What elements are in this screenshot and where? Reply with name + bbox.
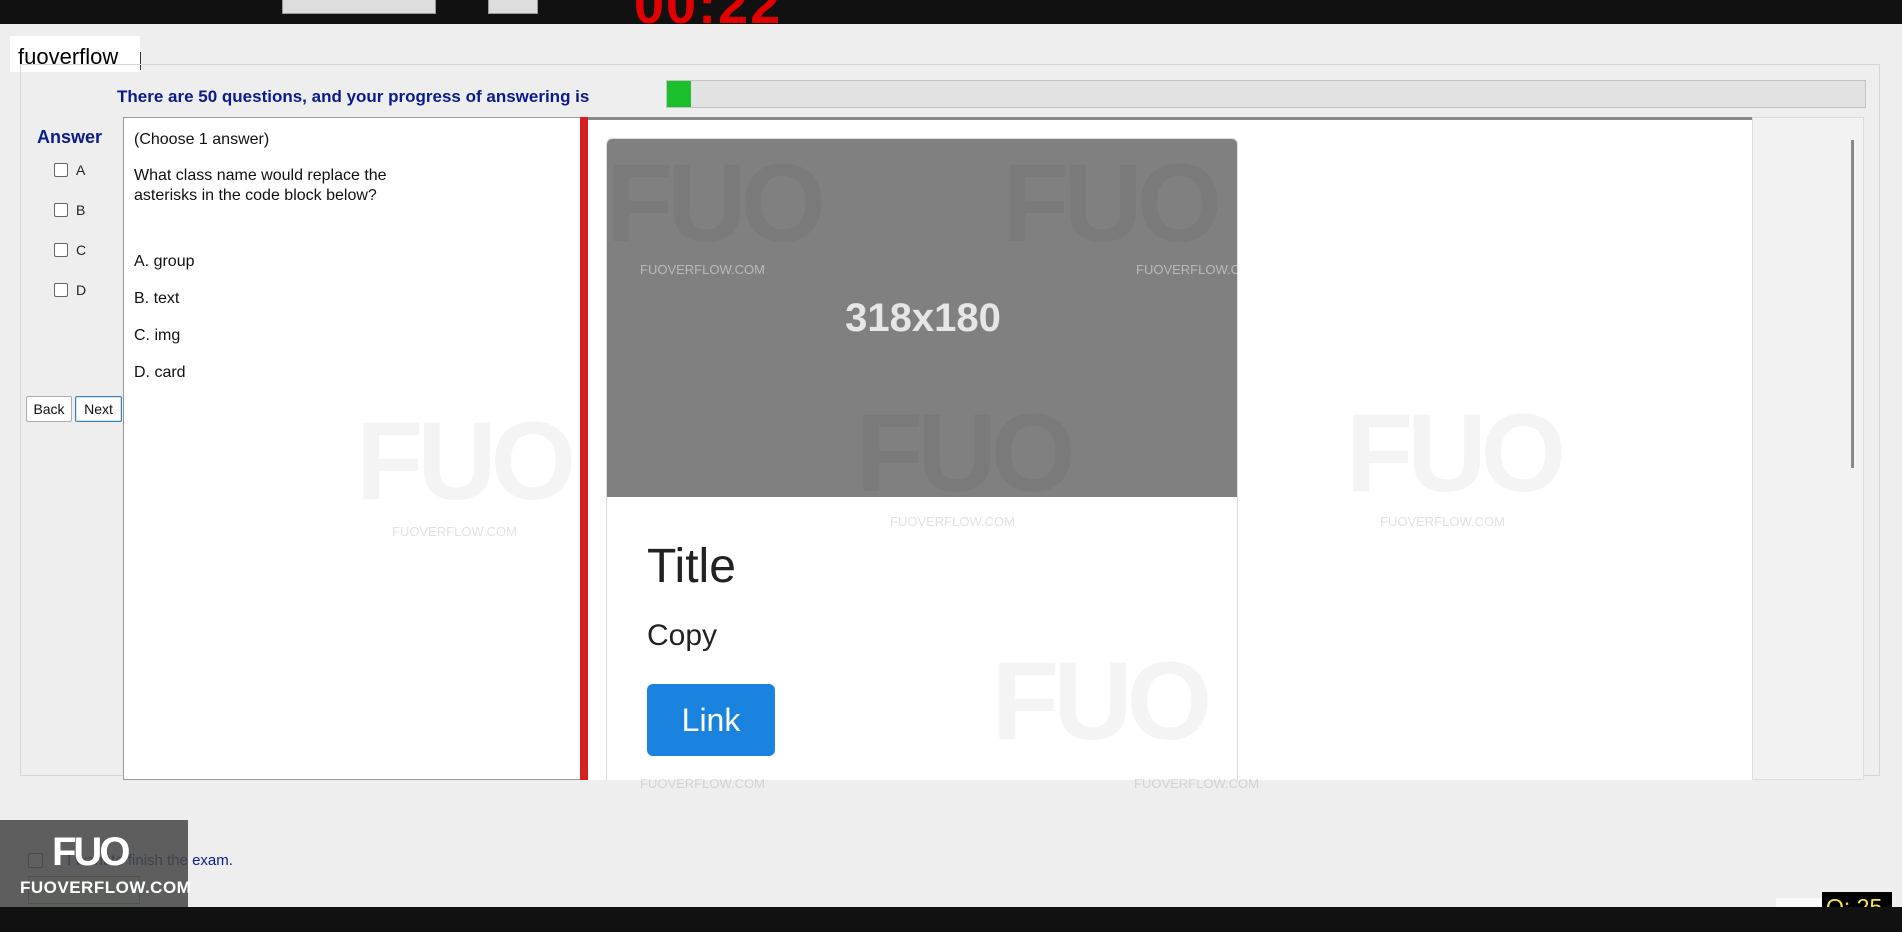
exam-window: fuoverflow There are 50 questions, and y… [0, 24, 1902, 922]
card-copy: Copy [647, 619, 718, 652]
checkbox-d[interactable] [54, 283, 68, 297]
answer-option-label: C [76, 242, 87, 258]
answer-panel-title: Answer [37, 127, 103, 147]
fuoverflow-logo: FUO FUOVERFLOW.COM [0, 820, 192, 908]
question-choice-c: C. img [134, 327, 181, 344]
panel-divider[interactable] [580, 117, 588, 780]
top-combo-box[interactable] [282, 0, 436, 14]
watermark-site: FUOVERFLOW.COM [1380, 514, 1505, 529]
answer-option-c[interactable]: C [54, 242, 86, 258]
question-text: What class name would replace the asteri… [134, 167, 387, 204]
progress-bar [666, 80, 1866, 108]
checkbox-a[interactable] [54, 163, 68, 177]
question-instruction: (Choose 1 answer) [134, 131, 270, 148]
back-button[interactable]: Back [26, 396, 72, 422]
bottom-bar [0, 907, 1902, 932]
card-link-button: Link [647, 684, 775, 756]
watermark-mark: FUO [1346, 390, 1566, 517]
question-panel: (Choose 1 answer) What class name would … [123, 117, 586, 780]
question-image-panel: 318x180 Title Copy Link FUO FUOVERFLOW.C… [588, 117, 1752, 780]
card-image-size-label: 318x180 [845, 295, 1001, 340]
top-bar: 00:22 [0, 0, 1902, 24]
next-button[interactable]: Next [75, 396, 122, 422]
card-preview: 318x180 Title Copy Link [606, 138, 1238, 780]
top-small-combo-box[interactable] [488, 0, 538, 14]
progress-bar-fill [667, 81, 691, 107]
checkbox-b[interactable] [54, 203, 68, 217]
question-choice-b: B. text [134, 290, 180, 307]
checkbox-c[interactable] [54, 243, 68, 257]
watermark-mark: FUO [356, 398, 576, 525]
answer-option-label: D [76, 282, 87, 298]
answer-option-b[interactable]: B [54, 202, 85, 218]
answer-option-label: B [76, 202, 86, 218]
progress-label: There are 50 questions, and your progres… [117, 87, 590, 106]
question-choice-a: A. group [134, 253, 195, 270]
card-image-placeholder: 318x180 [607, 139, 1237, 497]
image-scroll-track[interactable] [1752, 117, 1864, 780]
logo-mark: FUO [52, 830, 130, 874]
card-title: Title [647, 540, 736, 593]
watermark-site: FUOVERFLOW.COM [392, 524, 517, 539]
exam-timer: 00:22 [634, 0, 782, 24]
answer-option-a[interactable]: A [54, 162, 85, 178]
logo-text: FUOVERFLOW.COM [20, 878, 192, 897]
answer-option-d[interactable]: D [54, 282, 86, 298]
answer-option-label: A [76, 162, 86, 178]
question-choice-d: D. card [134, 364, 186, 381]
image-scrollbar-thumb[interactable] [1851, 140, 1854, 468]
